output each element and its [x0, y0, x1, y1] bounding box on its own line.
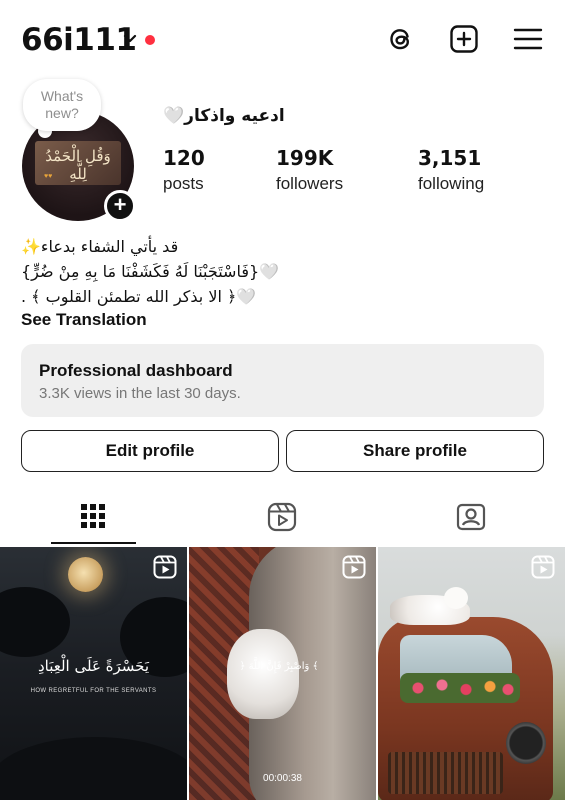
car-headlight [506, 722, 546, 764]
white-cat-image [227, 629, 299, 719]
share-profile-button[interactable]: Share profile [286, 430, 544, 472]
flowers-image [400, 673, 520, 703]
tagged-icon [456, 503, 486, 531]
heart-icon: ♥♥ [44, 173, 53, 180]
stat-label: followers [276, 174, 344, 193]
edit-profile-button[interactable]: Edit profile [21, 430, 279, 472]
post-arabic-caption: يَحَسْرَةً عَلَى الْعِبَادِ [37, 657, 150, 675]
bio-line: قد يأتي الشفاء بدعاء✨ [21, 237, 179, 256]
avatar-calligraphy: وَقُلِ الْحَمْدُ لِلَّهِ [45, 147, 111, 183]
chevron-down-icon[interactable] [123, 32, 137, 46]
stat-label: posts [163, 174, 204, 193]
grid-post-2[interactable]: ﴿ وَاصْبِرْ فَإِنَّ اللَّهَ ﴾ 00:00:38 [189, 547, 376, 800]
top-header: 66i111 [0, 0, 565, 80]
grid-post-3[interactable] [378, 547, 565, 800]
stat-label: following [418, 174, 485, 193]
username-switcher[interactable]: 66i111 [21, 22, 137, 58]
active-tab-indicator [51, 542, 136, 544]
tab-reels[interactable] [188, 494, 376, 544]
bio-line: 🤍﴿ الا بذكر الله تطمئن القلوب ﴾ . [21, 287, 257, 306]
professional-dashboard[interactable]: Professional dashboard 3.3K views in the… [21, 344, 544, 417]
tree-silhouette [0, 737, 187, 800]
threads-icon[interactable] [386, 24, 416, 54]
tab-tagged[interactable] [377, 494, 565, 544]
tree-silhouette [0, 587, 70, 657]
grid-post-1[interactable]: يَحَسْرَةً عَلَى الْعِبَادِ HOW REGRETFU… [0, 547, 187, 800]
car-grille [388, 752, 503, 794]
stat-value: 3,151 [418, 146, 482, 170]
reels-icon [267, 502, 297, 532]
bio-line: 🤍{فَاسْتَجَبْنَا لَهُ فَكَشَفْنَا مَا بِ… [21, 262, 280, 281]
stat-value: 199K [276, 146, 334, 170]
notification-dot [145, 35, 155, 45]
stat-followers[interactable]: 199K followers [276, 146, 343, 194]
video-duration: 00:00:38 [263, 773, 302, 784]
dashboard-subtitle: 3.3K views in the last 30 days. [39, 385, 241, 402]
dashboard-title: Professional dashboard [39, 361, 233, 380]
stat-posts[interactable]: 120 posts [163, 146, 205, 194]
profile-display-name: ادعيه واذكار🤍 [163, 106, 285, 126]
stat-value: 120 [163, 146, 205, 170]
note-bubble[interactable]: What's new? [23, 79, 101, 131]
post-english-caption: HOW REGRETFUL FOR THE SERVANTS [30, 688, 157, 694]
tab-grid[interactable] [0, 494, 188, 544]
create-post-icon[interactable] [449, 24, 479, 54]
add-story-icon[interactable]: + [104, 190, 136, 222]
cat-head [444, 587, 468, 609]
post-arabic-caption: ﴿ وَاصْبِرْ فَإِنَّ اللَّهَ ﴾ [239, 661, 319, 672]
reel-icon [531, 555, 555, 579]
stat-following[interactable]: 3,151 following [418, 146, 484, 194]
grid-icon [81, 504, 105, 528]
reel-icon [342, 555, 366, 579]
moon-image [68, 557, 103, 592]
see-translation-link[interactable]: See Translation [21, 310, 147, 330]
reel-icon [153, 555, 177, 579]
menu-icon[interactable] [513, 24, 543, 54]
